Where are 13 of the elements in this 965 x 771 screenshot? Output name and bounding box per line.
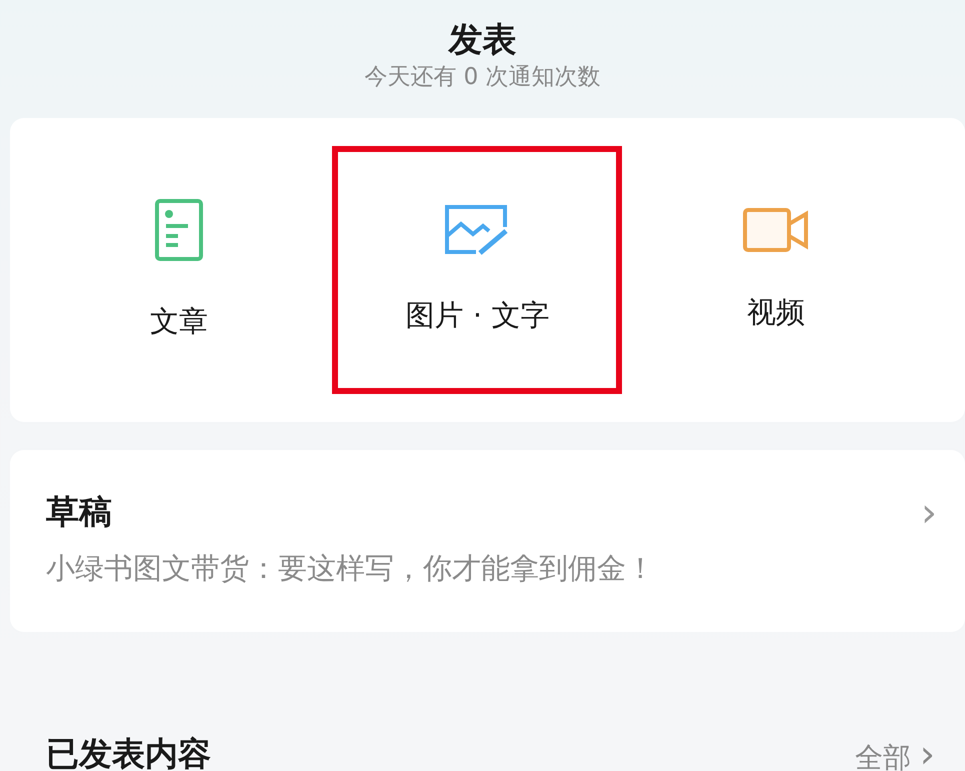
publish-option[interactable]: 视频	[630, 146, 921, 394]
section-title: 已发表内容	[46, 733, 211, 771]
chevron-icon: ›	[921, 492, 937, 532]
publish-option[interactable]: 文章	[34, 146, 324, 394]
document-icon	[154, 198, 204, 262]
draft-card[interactable]: 草稿 › 小绿书图文带货：要这样写，你才能拿到佣金！	[10, 450, 965, 632]
image-edit-icon	[444, 204, 510, 256]
notification-count: 今天还有 0 次通知次数	[364, 63, 601, 92]
draft-title: 草稿	[46, 491, 112, 533]
publish-option[interactable]: 图片 · 文字	[332, 146, 622, 394]
video-camera-icon	[742, 207, 810, 253]
draft-text: 小绿书图文带货：要这样写，你才能拿到佣金！	[46, 550, 656, 587]
page-title: 发表	[448, 19, 516, 62]
